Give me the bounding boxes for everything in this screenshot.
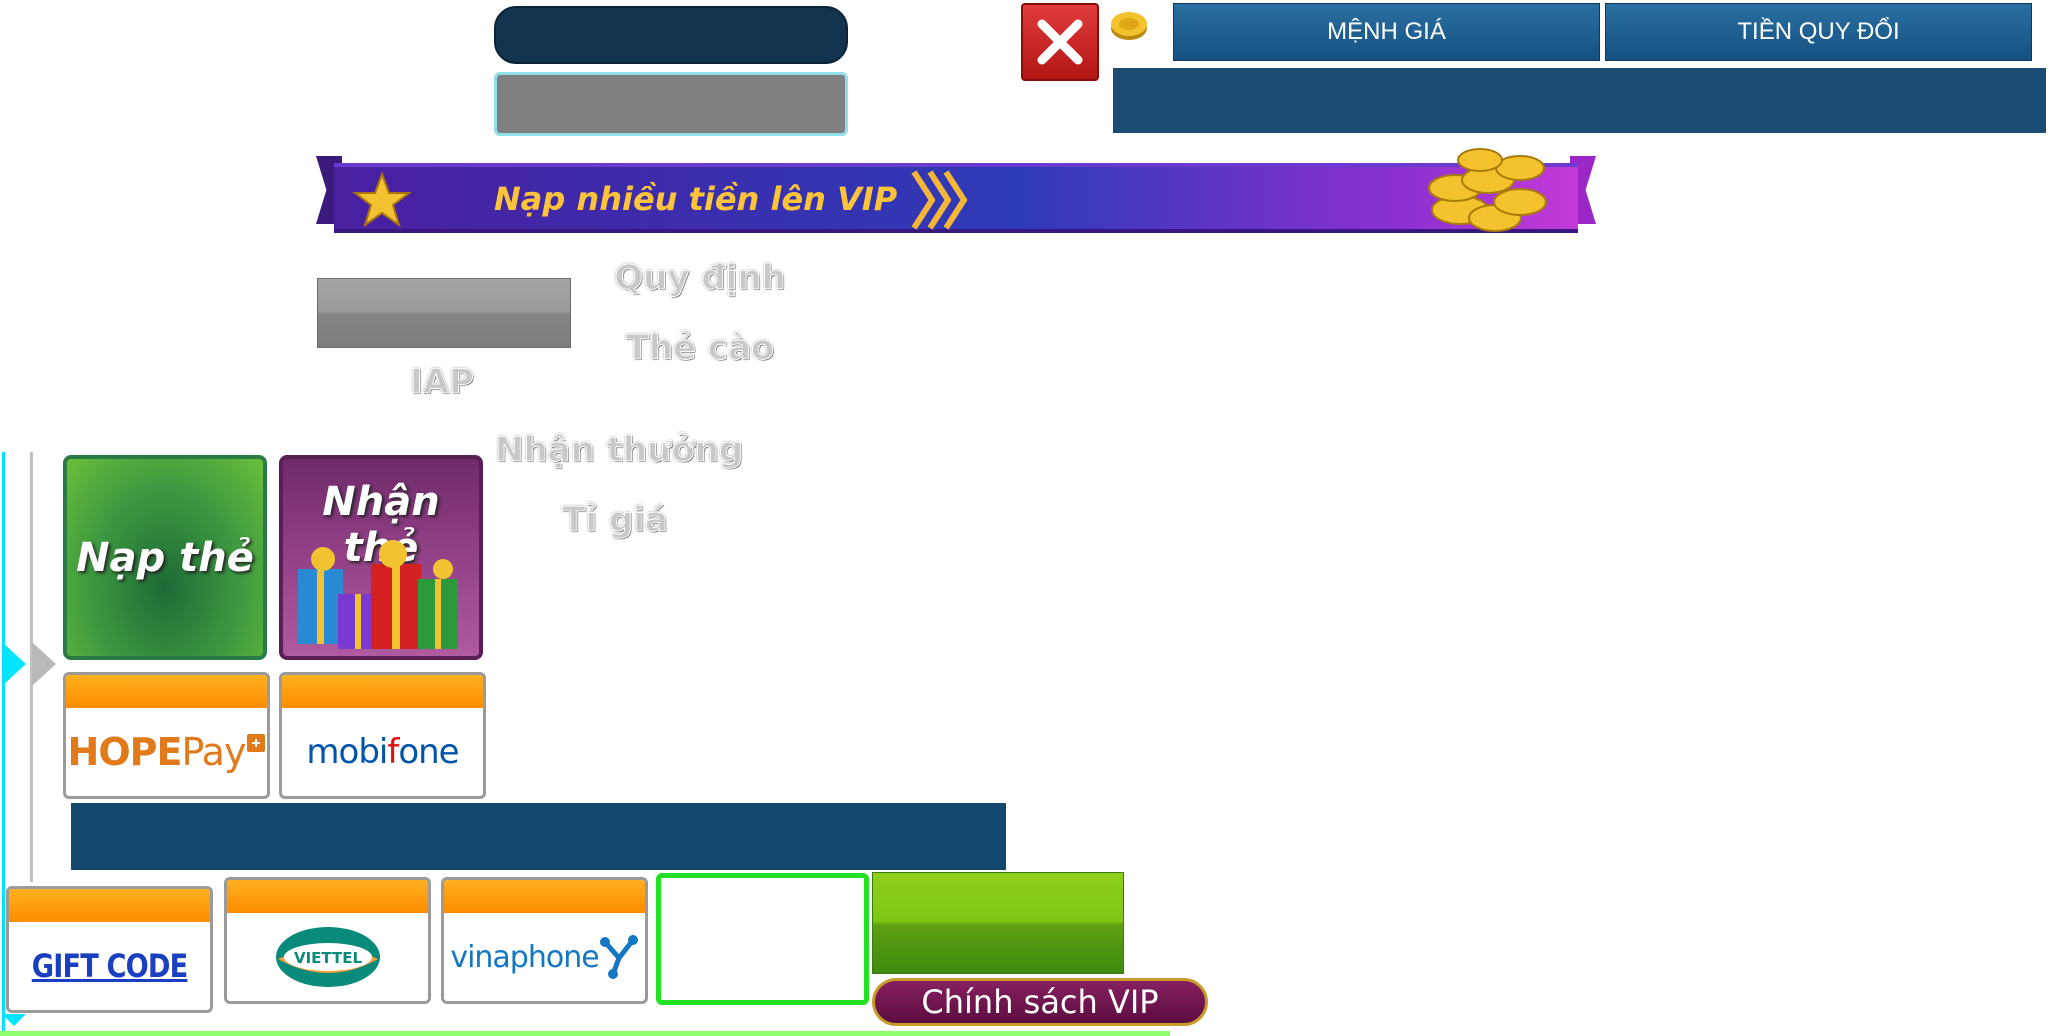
gift-boxes-icon xyxy=(298,540,458,649)
vip-policy-button[interactable]: Chính sách VIP xyxy=(872,978,1208,1026)
chevrons-icon xyxy=(911,170,968,230)
iap-label: IAP xyxy=(410,362,475,403)
card-header xyxy=(444,880,645,913)
close-button[interactable] xyxy=(1021,3,1099,81)
tab-tien-quy-doi[interactable]: TIỀN QUY ĐỔI xyxy=(1605,3,2032,61)
info-strip xyxy=(71,803,1006,870)
close-icon xyxy=(1037,19,1083,65)
star-icon xyxy=(352,171,412,228)
menu-quy-dinh[interactable]: Quy định xyxy=(610,258,790,299)
coins-pile-icon xyxy=(1428,148,1547,232)
rate-row xyxy=(1113,68,2046,133)
nap-the-tile[interactable]: Nạp thẻ xyxy=(63,455,267,660)
menu-ti-gia[interactable]: Tỉ giá xyxy=(540,500,690,541)
scroll-rail-cyan[interactable] xyxy=(2,452,5,1036)
arrow-right-icon[interactable] xyxy=(2,642,26,686)
confirm-button[interactable] xyxy=(872,872,1124,974)
card-header xyxy=(282,675,483,708)
arrow-down-icon[interactable] xyxy=(2,1014,26,1026)
coin-icon xyxy=(1111,12,1147,40)
iap-button[interactable] xyxy=(317,278,571,348)
vinaphone-logo: vinaphone xyxy=(444,913,645,1001)
nhan-the-tile[interactable]: Nhận thẻ xyxy=(279,455,483,660)
account-input[interactable] xyxy=(494,6,848,64)
mobifone-card[interactable]: mobifone xyxy=(279,672,486,799)
hopepay-logo: HOPEPay xyxy=(66,708,267,796)
card-header xyxy=(66,675,267,708)
gift-code-logo: GIFT CODE xyxy=(31,947,188,985)
card-header xyxy=(227,880,428,913)
menu-the-cao[interactable]: Thẻ cào xyxy=(610,328,790,369)
nap-the-label: Nạp thẻ xyxy=(76,534,254,581)
plus-badge-icon xyxy=(247,734,266,752)
arrow-right-gray-icon[interactable] xyxy=(32,642,56,686)
code-input[interactable] xyxy=(494,72,848,136)
viettel-logo-icon: VIETTEL xyxy=(275,927,380,987)
svg-text:VIETTEL: VIETTEL xyxy=(293,949,361,967)
bottom-divider xyxy=(0,1031,1170,1036)
card-header xyxy=(9,889,210,922)
menu-nhan-thuong[interactable]: Nhận thưởng xyxy=(495,430,744,471)
vinaphone-network-icon xyxy=(599,935,638,979)
tab-menh-gia[interactable]: MỆNH GIÁ xyxy=(1173,3,1600,61)
gift-code-card[interactable]: GIFT CODE xyxy=(6,886,213,1013)
vinaphone-card[interactable]: vinaphone xyxy=(441,877,648,1004)
viettel-logo: VIETTEL xyxy=(227,913,428,1001)
hopepay-card[interactable]: HOPEPay xyxy=(63,672,270,799)
mobifone-logo: mobifone xyxy=(306,732,459,772)
viettel-card[interactable]: VIETTEL xyxy=(224,877,431,1004)
selected-slot[interactable] xyxy=(656,873,869,1005)
banner-text: Nạp nhiều tiền lên VIP xyxy=(494,180,898,218)
